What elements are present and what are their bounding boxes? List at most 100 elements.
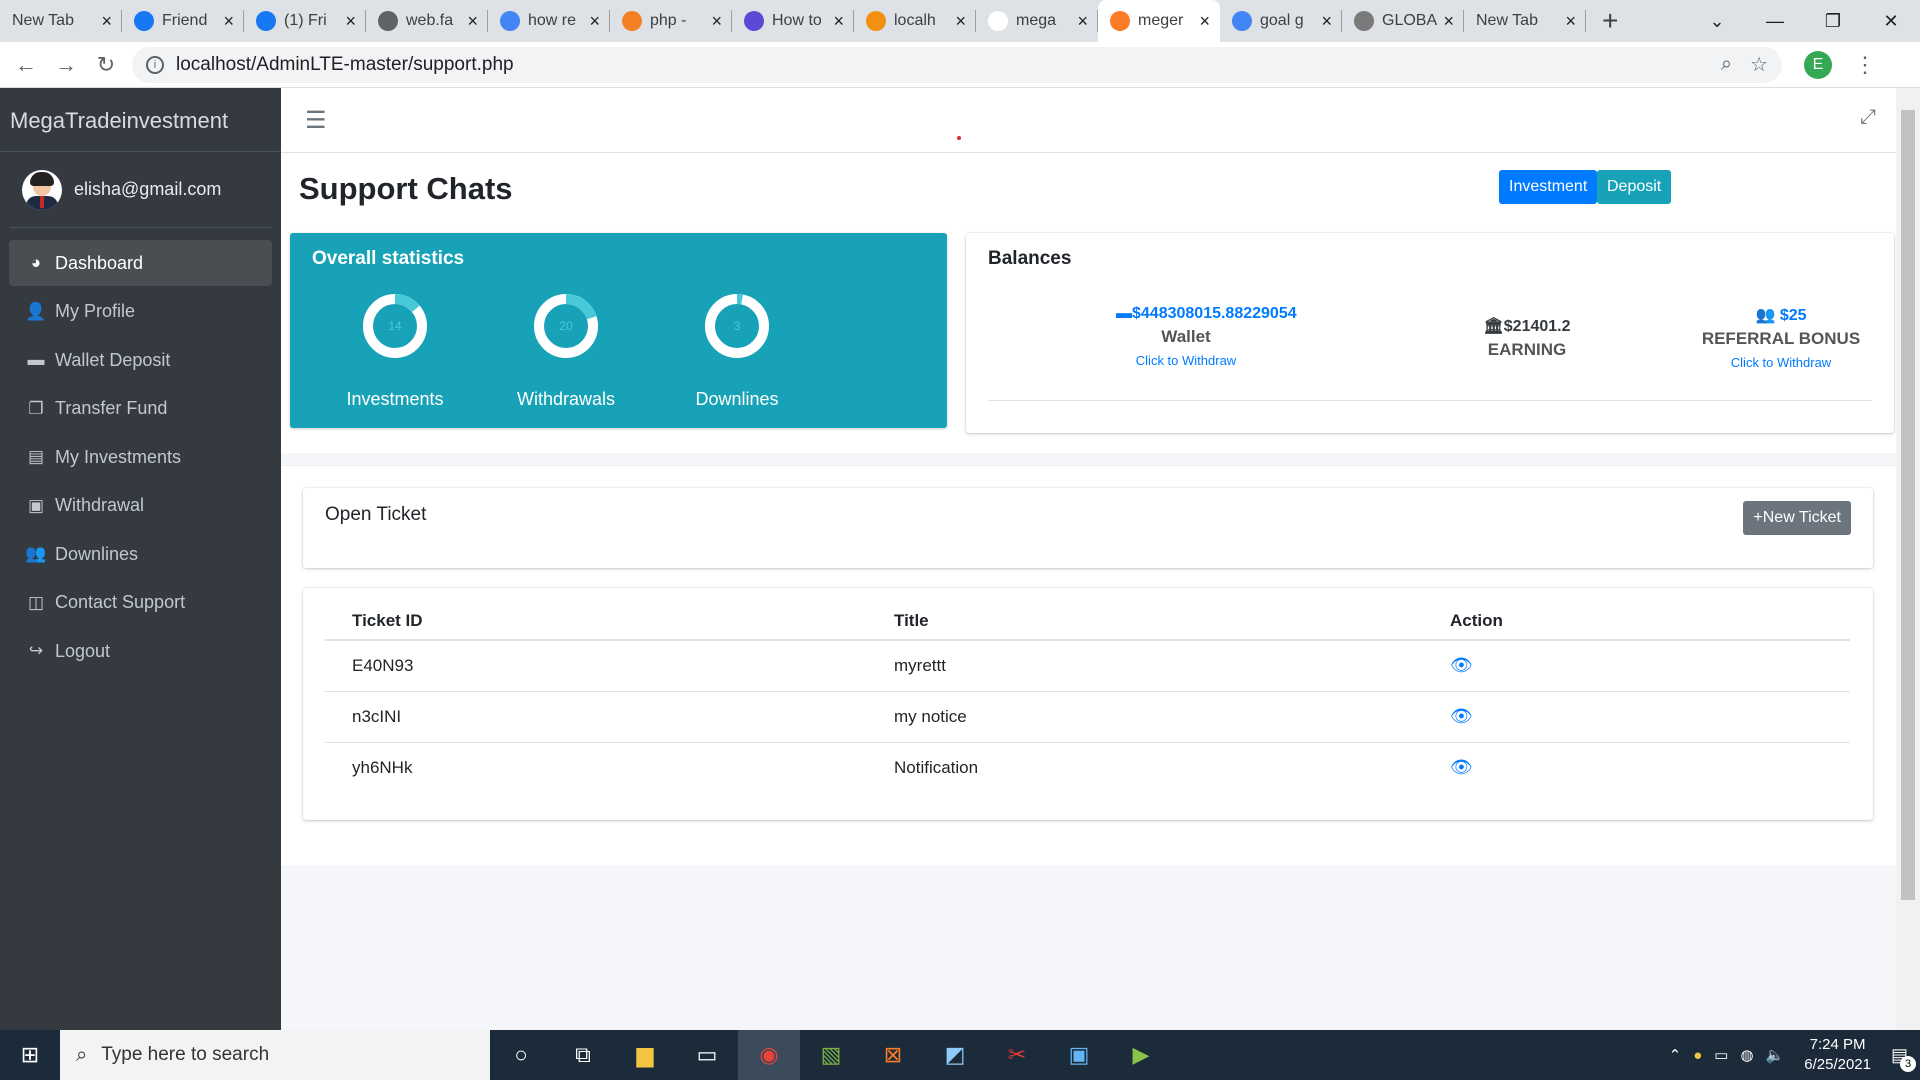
windows-start-icon[interactable]: ⊞	[0, 1042, 60, 1068]
users-icon: 👥	[25, 544, 47, 563]
browser-tab[interactable]: GLOBA ×	[1342, 0, 1464, 42]
eye-icon[interactable]: 👁	[1450, 757, 1473, 777]
investment-button[interactable]: Investment	[1499, 170, 1598, 204]
user-email[interactable]: elisha@gmail.com	[74, 179, 221, 200]
monitor-icon[interactable]: ▣	[1048, 1030, 1110, 1080]
search-placeholder[interactable]: Type here to search	[101, 1044, 269, 1066]
close-tab-icon[interactable]: ×	[1565, 11, 1576, 32]
close-tab-icon[interactable]: ×	[345, 11, 356, 32]
tab-title: localh	[894, 12, 936, 29]
header-title: Title	[867, 602, 1423, 641]
browser-tab[interactable]: how re ×	[488, 0, 610, 42]
browser-tab[interactable]: web.fa ×	[366, 0, 488, 42]
volume-icon[interactable]: 🔈	[1766, 1046, 1785, 1064]
cortana-icon[interactable]: ○	[490, 1030, 552, 1080]
eye-icon[interactable]: 👁	[1450, 655, 1473, 675]
wallet-withdraw-link[interactable]: Click to Withdraw	[1116, 353, 1256, 368]
restore-icon[interactable]: ❐	[1804, 11, 1862, 32]
sidebar-item-dashboard[interactable]: ◕ Dashboard	[9, 240, 272, 286]
url-text[interactable]: localhost/AdminLTE-master/support.php	[176, 54, 1703, 76]
sidebar-item-contact-support[interactable]: ◫ Contact Support	[9, 580, 272, 626]
scrollbar-thumb[interactable]	[1901, 110, 1915, 900]
xampp-icon[interactable]: ⊠	[862, 1030, 924, 1080]
sidebar-item-label: My Investments	[55, 446, 182, 467]
network-icon[interactable]: ◍	[1740, 1046, 1753, 1064]
tachometer-icon: ◕	[30, 253, 42, 272]
notebook-icon[interactable]: ◩	[924, 1030, 986, 1080]
close-tab-icon[interactable]: ×	[1199, 11, 1210, 32]
zoom-icon[interactable]: ⌕	[1721, 53, 1732, 76]
close-tab-icon[interactable]: ×	[711, 11, 722, 32]
sidebar-item-withdrawal[interactable]: ▣ Withdrawal	[9, 483, 272, 529]
app-tray-icon[interactable]: ●	[1693, 1047, 1702, 1064]
close-tab-icon[interactable]: ×	[833, 11, 844, 32]
close-tab-icon[interactable]: ×	[1321, 11, 1332, 32]
browser-tab[interactable]: Friend ×	[122, 0, 244, 42]
snip-icon[interactable]: ✂	[986, 1030, 1048, 1080]
browser-tab[interactable]: New Tab ×	[0, 0, 122, 42]
browser-tab[interactable]: (1) Fri ×	[244, 0, 366, 42]
sidebar-item-transfer-fund[interactable]: ❐ Transfer Fund	[9, 386, 272, 432]
close-tab-icon[interactable]: ×	[589, 11, 600, 32]
browser-tab[interactable]: mega ×	[976, 0, 1098, 42]
sidebar-menu: ◕ Dashboard 👤 My Profile ▬ Wallet Deposit ❐ Tra…	[0, 228, 281, 689]
reload-icon[interactable]: ↻	[86, 52, 126, 78]
browser-tab[interactable]: goal g ×	[1220, 0, 1342, 42]
eye-icon[interactable]: 👁	[1450, 706, 1473, 726]
browser-menu-icon[interactable]: ⋮	[1854, 52, 1876, 78]
new-ticket-button[interactable]: +New Ticket	[1743, 501, 1851, 535]
notifications-icon[interactable]: ▤ 3	[1891, 1045, 1916, 1072]
tab-search-icon[interactable]: ⌄	[1688, 11, 1746, 32]
tab-title: New Tab	[1476, 12, 1538, 29]
stat-knob: 20	[533, 293, 599, 359]
file-explorer-icon[interactable]: ▆	[614, 1030, 676, 1080]
back-icon[interactable]: ←	[6, 52, 46, 78]
omnibox[interactable]: i localhost/AdminLTE-master/support.php …	[132, 46, 1782, 83]
forward-icon[interactable]: →	[46, 52, 86, 78]
close-window-icon[interactable]: ✕	[1862, 11, 1920, 32]
sidebar-item-my-profile[interactable]: 👤 My Profile	[9, 289, 272, 335]
fullscreen-icon[interactable]: ⤢	[1860, 106, 1876, 129]
wallet-balance: ▬$448308015.88229054 Wallet Click to Wit…	[1116, 305, 1297, 368]
battery-icon[interactable]: ▭	[1714, 1046, 1728, 1064]
chevron-up-icon[interactable]: ⌃	[1669, 1046, 1682, 1064]
new-tab-icon[interactable]: +	[1602, 5, 1618, 37]
browser-tab[interactable]: meger ×	[1098, 0, 1220, 42]
browser-tab[interactable]: localh ×	[854, 0, 976, 42]
overall-statistics-card: Overall statistics 14 Investments 20 Withdr…	[290, 233, 947, 428]
sidebar-item-logout[interactable]: ↪ Logout	[9, 628, 272, 674]
brand-title[interactable]: MegaTradeinvestment	[0, 88, 281, 152]
browser-tab[interactable]: New Tab ×	[1464, 0, 1586, 42]
page-scrollbar[interactable]	[1896, 88, 1920, 1030]
browser-tab[interactable]: How to ×	[732, 0, 854, 42]
close-tab-icon[interactable]: ×	[1443, 11, 1454, 32]
earning-amount: 🏛$21401.2	[1483, 318, 1571, 335]
close-tab-icon[interactable]: ×	[223, 11, 234, 32]
close-tab-icon[interactable]: ×	[101, 11, 112, 32]
referral-withdraw-link[interactable]: Click to Withdraw	[1701, 355, 1861, 370]
sidebar-item-my-investments[interactable]: ▤ My Investments	[9, 434, 272, 480]
ticket-id: E40N93	[325, 640, 867, 692]
task-view-icon[interactable]: ⧉	[552, 1030, 614, 1080]
close-tab-icon[interactable]: ×	[955, 11, 966, 32]
sidebar-item-wallet-deposit[interactable]: ▬ Wallet Deposit	[9, 337, 272, 383]
hamburger-menu-icon[interactable]: ☰	[305, 106, 327, 135]
profile-avatar[interactable]: E	[1804, 50, 1832, 79]
sidebar-item-downlines[interactable]: 👥 Downlines	[9, 531, 272, 577]
close-tab-icon[interactable]: ×	[467, 11, 478, 32]
minimize-icon[interactable]: —	[1746, 11, 1804, 32]
taskbar-search[interactable]: ⌕ Type here to search	[60, 1030, 490, 1080]
tickets-section: Open Ticket +New Ticket Ticket ID Title …	[281, 466, 1896, 866]
ticket-action: 👁	[1423, 691, 1850, 743]
close-tab-icon[interactable]: ×	[1077, 11, 1088, 32]
clock[interactable]: 7:24 PM 6/25/2021	[1804, 1035, 1871, 1075]
notepad-icon[interactable]: ▧	[800, 1030, 862, 1080]
browser-tab[interactable]: php - ×	[610, 0, 732, 42]
chrome-icon[interactable]: ◉	[738, 1030, 800, 1080]
deposit-button[interactable]: Deposit	[1597, 170, 1672, 204]
bookmark-star-icon[interactable]: ☆	[1750, 52, 1768, 77]
site-info-icon[interactable]: i	[146, 55, 164, 74]
window-controls: ⌄ — ❐ ✕	[1688, 0, 1920, 42]
media-icon[interactable]: ▶	[1110, 1030, 1172, 1080]
terminal-icon[interactable]: ▭	[676, 1030, 738, 1080]
